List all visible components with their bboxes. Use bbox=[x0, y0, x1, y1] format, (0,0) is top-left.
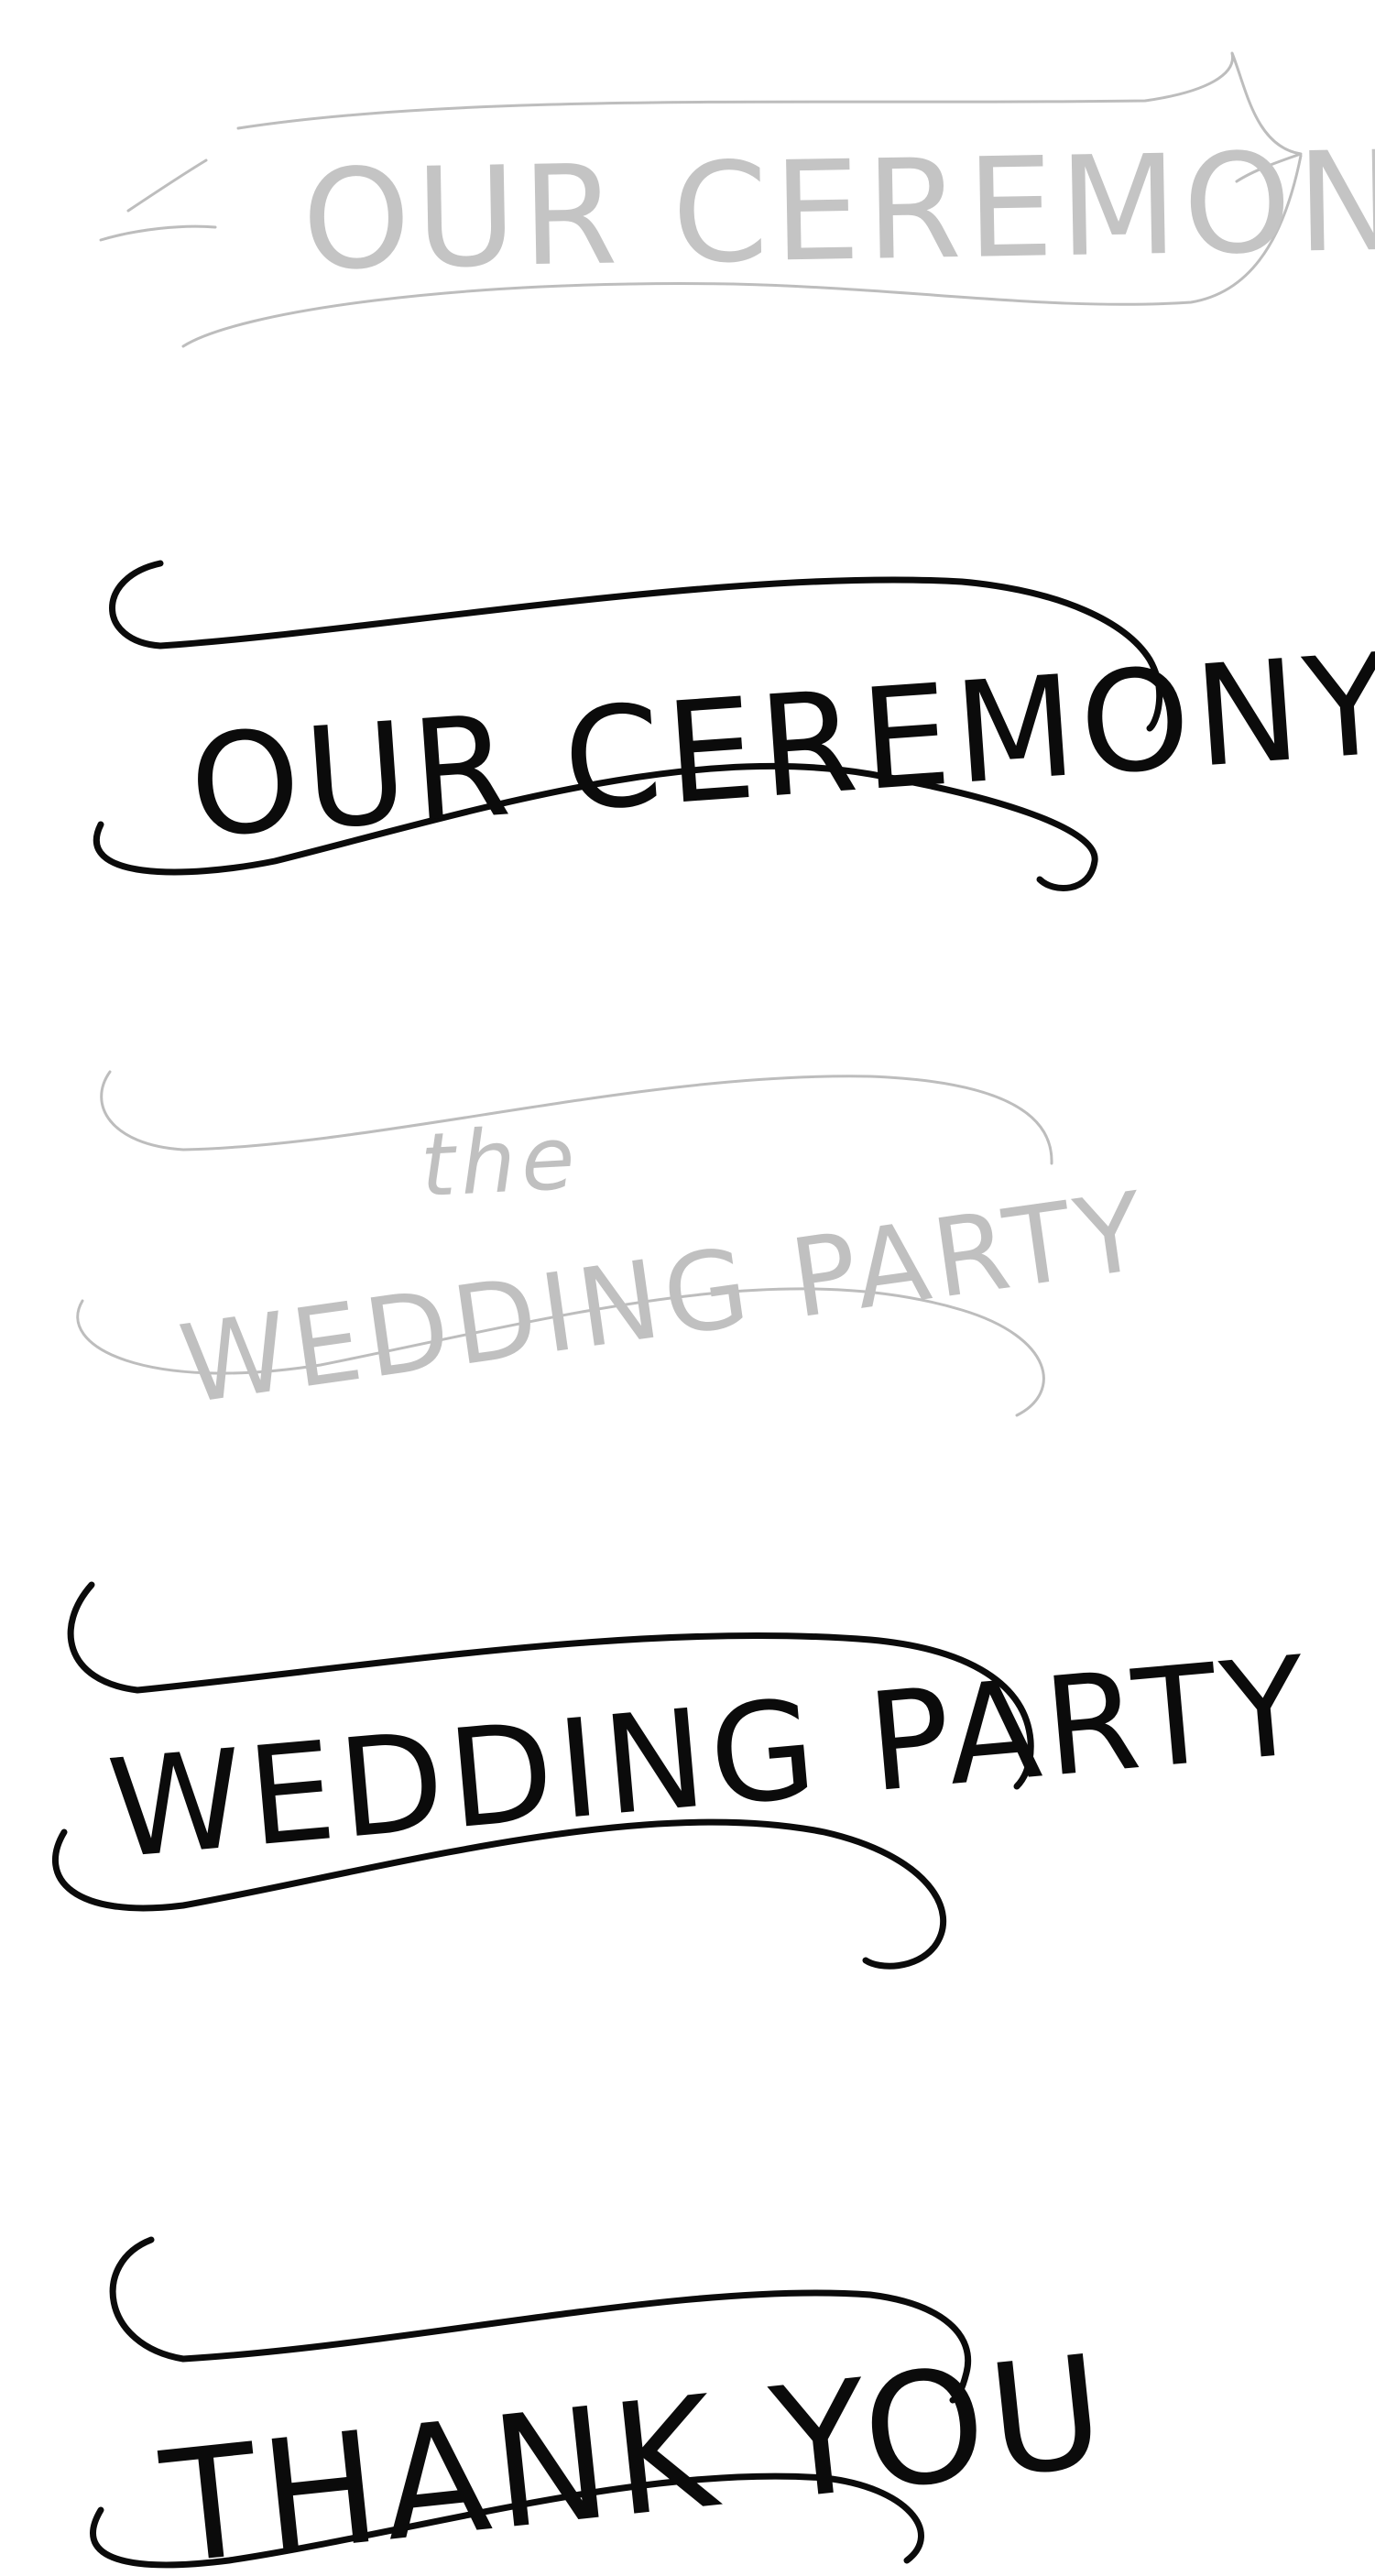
banner-our-ceremony-ink: OUR CEREMONY bbox=[93, 560, 1375, 892]
banner-text: OUR CEREMONY bbox=[185, 623, 1375, 869]
banner-thank-you-ink: THANK YOU bbox=[90, 2236, 1118, 2576]
banner-text: THANK YOU bbox=[154, 2321, 1118, 2576]
banner-text: WEDDING PARTY bbox=[173, 1167, 1157, 1428]
banner-wedding-party-ink: WEDDING PARTY bbox=[52, 1581, 1317, 1970]
banner-text: WEDDING PARTY bbox=[103, 1627, 1317, 1889]
banner-left-tail bbox=[99, 158, 217, 242]
banner-small-text: the bbox=[419, 1108, 583, 1217]
banner-our-ceremony-sketch: OUR CEREMONY bbox=[99, 51, 1375, 348]
lettering-sketch-sheet: OUR CEREMONY OUR CEREMONY the WEDDING PA… bbox=[52, 51, 1375, 2576]
banner-text: OUR CEREMONY bbox=[300, 121, 1375, 301]
banner-wedding-party-sketch: the WEDDING PARTY bbox=[76, 1070, 1157, 1428]
